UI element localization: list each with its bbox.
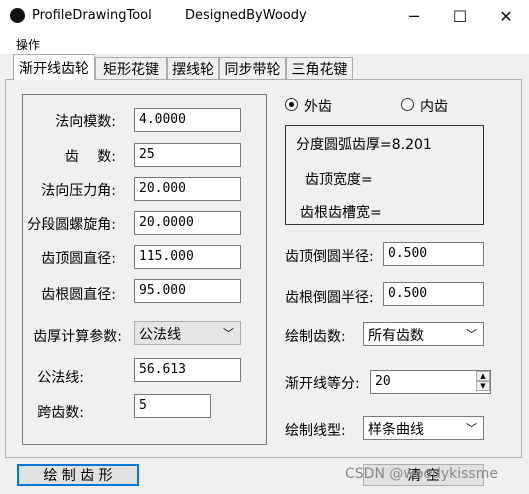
root-diameter-input[interactable]: 95.000 bbox=[134, 279, 241, 303]
tip-width-text: 齿顶宽度= bbox=[305, 172, 373, 188]
involute-div-input[interactable]: 20 bbox=[370, 370, 491, 394]
helix-angle-input[interactable]: 20.0000 bbox=[134, 211, 241, 235]
tab-cycloid-wheel[interactable]: 摆线轮 bbox=[167, 57, 219, 79]
common-normal-input[interactable]: 56.613 bbox=[134, 358, 241, 382]
root-slot-width-text: 齿根齿槽宽= bbox=[300, 205, 382, 221]
teeth-count-input[interactable]: 25 bbox=[134, 143, 241, 167]
helix-angle-label: 分段圆螺旋角: bbox=[27, 217, 116, 233]
tip-fillet-label: 齿顶倒圆半径: bbox=[285, 249, 374, 265]
pressure-angle-input[interactable]: 20.000 bbox=[134, 177, 241, 201]
spin-down-icon[interactable]: ▼ bbox=[476, 381, 490, 391]
tab-triangular-spline[interactable]: 三角花键 bbox=[286, 57, 353, 79]
chevron-down-icon: ﹀ bbox=[466, 328, 477, 341]
thickness-param-label: 齿厚计算参数: bbox=[33, 329, 122, 345]
external-gear-label: 外齿 bbox=[304, 99, 332, 115]
tip-diameter-label: 齿顶圆直径: bbox=[41, 251, 116, 267]
line-type-value: 样条曲线 bbox=[368, 422, 424, 438]
maximize-icon[interactable]: ☐ bbox=[437, 0, 483, 32]
window-author: DesignedByWoody bbox=[185, 8, 307, 23]
teeth-count-label: 齿 数: bbox=[64, 149, 116, 165]
pressure-angle-label: 法向压力角: bbox=[41, 183, 116, 199]
app-icon bbox=[10, 8, 25, 23]
external-gear-radio[interactable] bbox=[285, 98, 298, 111]
tip-fillet-input[interactable]: 0.500 bbox=[383, 242, 484, 266]
thickness-param-value: 公法线 bbox=[139, 327, 181, 343]
spin-up-icon[interactable]: ▲ bbox=[476, 371, 490, 381]
menu-bar bbox=[0, 32, 529, 54]
pitch-arc-thickness-text: 分度圆弧齿厚=8.201 bbox=[296, 137, 432, 153]
common-normal-label: 公法线: bbox=[37, 370, 84, 386]
tab-timing-pulley[interactable]: 同步带轮 bbox=[219, 57, 286, 79]
draw-teeth-select[interactable]: 所有齿数 ﹀ bbox=[363, 322, 484, 346]
tab-involute-gear[interactable]: 渐开线齿轮 bbox=[13, 54, 95, 80]
chevron-down-icon: ﹀ bbox=[466, 422, 477, 435]
internal-gear-label: 内齿 bbox=[420, 99, 448, 115]
draw-teeth-label: 绘制齿数: bbox=[285, 329, 346, 345]
span-teeth-label: 跨齿数: bbox=[37, 405, 84, 421]
watermark: CSDN @woodykissme bbox=[345, 466, 498, 482]
normal-module-input[interactable]: 4.0000 bbox=[134, 108, 241, 132]
close-icon[interactable]: ✕ bbox=[483, 0, 529, 32]
span-teeth-input[interactable]: 5 bbox=[134, 394, 211, 418]
tab-rectangular-spline[interactable]: 矩形花键 bbox=[95, 57, 167, 79]
menu-operations[interactable]: 操作 bbox=[16, 36, 40, 53]
root-diameter-label: 齿根圆直径: bbox=[41, 287, 116, 303]
line-type-label: 绘制线型: bbox=[285, 423, 346, 439]
chevron-down-icon: ﹀ bbox=[223, 327, 234, 340]
line-type-select[interactable]: 样条曲线 ﹀ bbox=[363, 416, 484, 440]
root-fillet-label: 齿根倒圆半径: bbox=[285, 290, 374, 306]
root-fillet-input[interactable]: 0.500 bbox=[383, 282, 484, 306]
minimize-icon[interactable]: ─ bbox=[391, 0, 437, 32]
internal-gear-radio[interactable] bbox=[401, 98, 414, 111]
draw-profile-button[interactable]: 绘 制 齿 形 bbox=[17, 464, 139, 486]
draw-teeth-value: 所有齿数 bbox=[368, 328, 424, 344]
normal-module-label: 法向模数: bbox=[55, 114, 116, 130]
tip-diameter-input[interactable]: 115.000 bbox=[134, 245, 241, 269]
thickness-param-select[interactable]: 公法线 ﹀ bbox=[134, 321, 241, 345]
window-title: ProfileDrawingTool bbox=[32, 8, 152, 23]
involute-div-label: 渐开线等分: bbox=[285, 376, 360, 392]
